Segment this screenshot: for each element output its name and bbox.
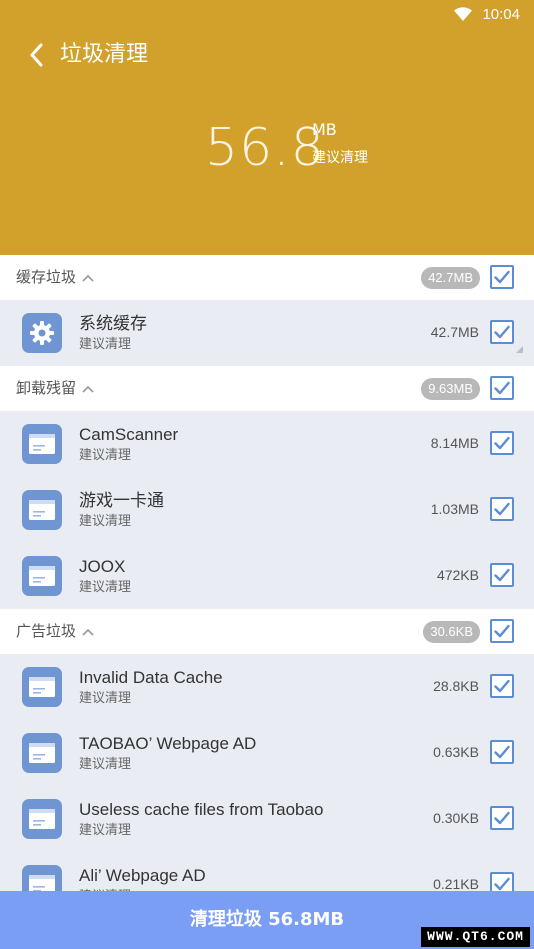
- item-checkbox[interactable]: [490, 320, 514, 344]
- check-icon: [494, 502, 510, 516]
- check-icon: [494, 325, 510, 339]
- item-size: 42.7MB: [430, 324, 479, 340]
- total-size-value: 56.8: [205, 118, 325, 178]
- check-icon: [494, 381, 510, 395]
- section-size-badge: 9.63MB: [421, 378, 480, 400]
- chevron-up-icon[interactable]: [82, 385, 94, 393]
- item-name: JOOX: [79, 557, 126, 576]
- list-item[interactable]: Invalid Data Cache 建议清理 28.8KB: [0, 654, 534, 720]
- check-icon: [494, 270, 510, 284]
- list-item[interactable]: 游戏一卡通建议清理 1.03MB: [0, 477, 534, 543]
- section-title: 缓存垃圾: [16, 268, 77, 286]
- status-bar: 10:04: [454, 4, 520, 24]
- item-hint: 建议清理: [79, 580, 132, 595]
- item-icon: [22, 490, 62, 530]
- check-icon: [494, 568, 510, 582]
- item-name: Useless cache files from Taobao: [79, 800, 324, 819]
- header: 10:04 垃圾清理 56.8 MB 建议清理: [0, 0, 534, 255]
- item-hint: 建议清理: [79, 823, 132, 838]
- item-icon: [22, 667, 62, 707]
- check-icon: [494, 745, 510, 759]
- section-checkbox[interactable]: [490, 619, 514, 643]
- back-button[interactable]: [24, 40, 48, 70]
- total-size-unit: MB: [312, 120, 337, 139]
- check-icon: [494, 811, 510, 825]
- list-item[interactable]: 系统缓存建议清理 42.7MB: [0, 300, 534, 366]
- item-checkbox[interactable]: [490, 806, 514, 830]
- section-title-row[interactable]: 卸载残留: [16, 366, 94, 411]
- section-size-badge: 30.6KB: [423, 621, 480, 643]
- item-size: 0.30KB: [433, 810, 479, 826]
- item-checkbox[interactable]: [490, 740, 514, 764]
- list-item[interactable]: Ali’ Webpage AD建议清理0.21KB: [0, 852, 534, 891]
- section-header[interactable]: 缓存垃圾 42.7MB: [0, 255, 534, 300]
- check-icon: [494, 877, 510, 891]
- section-title-row[interactable]: 缓存垃圾: [16, 255, 94, 300]
- section-title: 卸载残留: [16, 379, 77, 397]
- chevron-up-icon[interactable]: [82, 274, 94, 282]
- item-size: 8.14MB: [430, 435, 479, 451]
- item-size: 0.63KB: [433, 744, 479, 760]
- check-icon: [494, 679, 510, 693]
- folder-icon: [29, 677, 55, 697]
- folder-icon: [29, 743, 55, 763]
- item-icon: [22, 424, 62, 464]
- section-checkbox[interactable]: [490, 265, 514, 289]
- folder-icon: [29, 566, 55, 586]
- item-hint: 建议清理: [79, 514, 132, 529]
- item-icon: [22, 313, 62, 353]
- wifi-icon: [454, 7, 473, 21]
- item-size: 28.8KB: [433, 678, 479, 694]
- item-size: 1.03MB: [430, 501, 479, 517]
- section-title: 广告垃圾: [16, 622, 77, 640]
- page-title: 垃圾清理: [60, 42, 149, 67]
- check-icon: [494, 624, 510, 638]
- item-checkbox[interactable]: [490, 872, 514, 891]
- section-size-badge: 42.7MB: [421, 267, 480, 289]
- watermark: WWW.QT6.COM: [421, 927, 530, 947]
- check-icon: [494, 436, 510, 450]
- item-name: TAOBAO’ Webpage AD: [79, 734, 257, 753]
- status-time: 10:04: [482, 5, 520, 23]
- item-icon: [22, 733, 62, 773]
- chevron-left-icon: [30, 43, 43, 67]
- item-icon: [22, 799, 62, 839]
- item-name: Ali’ Webpage AD: [79, 866, 206, 885]
- item-hint: 建议清理: [79, 691, 132, 706]
- item-name: 系统缓存: [79, 314, 147, 333]
- folder-icon: [29, 875, 55, 891]
- section-checkbox[interactable]: [490, 376, 514, 400]
- section-header[interactable]: 广告垃圾 30.6KB: [0, 609, 534, 654]
- item-hint: 建议清理: [79, 337, 132, 352]
- item-icon: [22, 556, 62, 596]
- item-checkbox[interactable]: [490, 431, 514, 455]
- item-name: Invalid Data Cache: [79, 668, 223, 687]
- folder-icon: [29, 434, 55, 454]
- item-name: 游戏一卡通: [79, 491, 164, 510]
- item-hint: 建议清理: [79, 448, 132, 463]
- folder-icon: [29, 809, 55, 829]
- gear-icon: [30, 321, 54, 345]
- item-checkbox[interactable]: [490, 497, 514, 521]
- list-item[interactable]: JOOX 建议清理 472KB: [0, 543, 534, 609]
- chevron-up-icon[interactable]: [82, 628, 94, 636]
- item-checkbox[interactable]: [490, 563, 514, 587]
- section-title-row[interactable]: 广告垃圾: [16, 609, 94, 654]
- folder-icon: [29, 500, 55, 520]
- list-item[interactable]: TAOBAO’ Webpage AD 建议清理 0.63KB: [0, 720, 534, 786]
- junk-list[interactable]: 缓存垃圾 42.7MB 系统缓存建议清理 42.7MB 卸载残留 9.63MB CamSca…: [0, 255, 534, 891]
- item-hint: 建议清理: [79, 757, 132, 772]
- section-header[interactable]: 卸载残留 9.63MB: [0, 366, 534, 411]
- item-size: 472KB: [436, 567, 479, 583]
- list-item[interactable]: Useless cache files from Taobao 建议清理 0.30K…: [0, 786, 534, 852]
- item-name: CamScanner: [79, 425, 179, 444]
- expand-corner-icon: [516, 346, 523, 353]
- total-size-hint: 建议清理: [312, 150, 368, 166]
- item-checkbox[interactable]: [490, 674, 514, 698]
- item-icon: [22, 865, 62, 891]
- item-size: 0.21KB: [433, 876, 479, 891]
- list-item[interactable]: CamScanner 建议清理 8.14MB: [0, 411, 534, 477]
